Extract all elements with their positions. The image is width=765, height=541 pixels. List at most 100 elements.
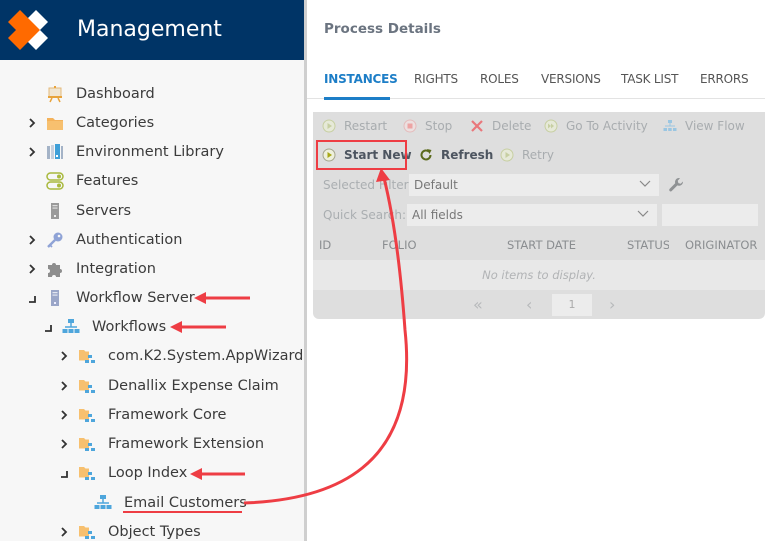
retry-button[interactable]: Retry	[500, 148, 554, 162]
play-circle-icon	[500, 148, 514, 162]
tree-item-features[interactable]: Features	[26, 166, 138, 195]
collapse-icon[interactable]	[58, 466, 70, 480]
tree-item-categories[interactable]: Categories	[26, 108, 154, 137]
tree-item-object-types[interactable]: Object Types	[58, 517, 201, 541]
features-toggle-icon	[46, 171, 64, 190]
puzzle-icon	[48, 262, 62, 277]
column-header-id[interactable]: ID	[319, 238, 331, 252]
tree-item-workflow-server[interactable]: Workflow Server	[26, 283, 195, 312]
prev-page-button[interactable]: ‹	[526, 295, 532, 314]
chevron-right-icon[interactable]	[58, 437, 70, 451]
folder-icon	[47, 117, 63, 130]
chevron-right-icon[interactable]	[58, 408, 70, 422]
selected-filter-label: Selected Filter:	[323, 178, 413, 192]
tree-item-label: Categories	[76, 114, 155, 131]
category-workflow-icon	[79, 408, 95, 422]
tree-item-label: Authentication	[76, 231, 183, 248]
tab-errors[interactable]: ERRORS	[700, 72, 749, 86]
tree-item-label: Framework Extension	[108, 435, 265, 452]
first-page-button[interactable]: «	[473, 295, 483, 314]
selected-filter-dropdown[interactable]: Default	[409, 174, 659, 196]
go-to-activity-button[interactable]: Go To Activity	[544, 119, 648, 133]
tree-item-authentication[interactable]: Authentication	[26, 225, 182, 254]
tab-task-list[interactable]: TASK LIST	[621, 72, 678, 86]
delete-button[interactable]: Delete	[470, 119, 531, 133]
column-header-start-date[interactable]: START DATE	[507, 238, 576, 252]
tree-item-dashboard[interactable]: Dashboard	[26, 79, 155, 108]
page-title: Process Details	[324, 21, 441, 37]
tree-item-label: Dashboard	[76, 85, 155, 102]
column-header-status[interactable]: STATUS	[627, 238, 669, 252]
tree-item-label: Denallix Expense Claim	[108, 377, 279, 394]
tree-item-integration[interactable]: Integration	[26, 254, 156, 283]
chevron-down-icon	[637, 210, 649, 217]
tree-item-label: Environment Library	[76, 143, 224, 160]
tree-item-label: Features	[76, 172, 139, 189]
tree-item-framework-core[interactable]: Framework Core	[58, 400, 226, 429]
chevron-down-icon	[639, 180, 651, 187]
page-number-input[interactable]: 1	[552, 294, 592, 316]
tab-bar: INSTANCES RIGHTS ROLES VERSIONS TASK LIS…	[307, 66, 765, 100]
next-page-button[interactable]: ›	[609, 295, 615, 314]
chevron-right-icon[interactable]	[26, 262, 38, 276]
flow-chart-icon	[663, 120, 677, 131]
tree-item-label: Framework Core	[108, 406, 227, 423]
dashboard-easel-icon	[48, 85, 62, 102]
column-header-originator[interactable]: ORIGINATOR	[685, 238, 757, 252]
delete-x-icon	[471, 120, 483, 132]
collapse-icon[interactable]	[42, 320, 54, 334]
server-icon	[51, 202, 59, 219]
chevron-right-icon[interactable]	[26, 116, 38, 130]
quick-search-label: Quick Search:	[323, 208, 407, 222]
tree-item-label: Object Types	[108, 523, 201, 540]
instances-panel: Restart Stop Delete Go To Activity View …	[313, 112, 765, 319]
workflow-server-icon	[51, 289, 59, 306]
tree-item-label: Loop Index	[108, 464, 188, 481]
workflow-icon	[94, 494, 112, 509]
fast-forward-circle-icon	[544, 119, 558, 133]
quick-search-input[interactable]	[662, 204, 758, 226]
key-icon	[47, 232, 63, 248]
k2-logo-icon	[8, 10, 48, 50]
tree-item-workflows[interactable]: Workflows	[42, 312, 166, 341]
tree-item-servers[interactable]: Servers	[26, 196, 131, 225]
stop-button[interactable]: Stop	[403, 119, 452, 133]
tree-item-denallix-expense-claim[interactable]: Denallix Expense Claim	[58, 371, 279, 400]
wrench-icon[interactable]	[667, 176, 685, 194]
tab-instances[interactable]: INSTANCES	[324, 72, 398, 86]
brand-header: Management	[0, 0, 304, 60]
category-workflow-icon	[79, 525, 95, 539]
tab-versions[interactable]: VERSIONS	[541, 72, 601, 86]
tab-rights[interactable]: RIGHTS	[414, 72, 458, 86]
chevron-right-icon[interactable]	[58, 349, 70, 363]
view-flow-button[interactable]: View Flow	[663, 119, 745, 133]
quick-search-field-dropdown[interactable]: All fields	[407, 204, 657, 226]
tree-item-label: Workflow Server	[76, 289, 195, 306]
stop-circle-icon	[403, 119, 417, 133]
category-workflow-icon	[79, 466, 95, 480]
tree-item-email-customers[interactable]: Email Customers	[74, 488, 247, 517]
workflow-icon	[62, 318, 80, 333]
chevron-right-icon[interactable]	[58, 379, 70, 393]
tree-item-framework-extension[interactable]: Framework Extension	[58, 429, 264, 458]
collapse-icon[interactable]	[26, 291, 38, 305]
chevron-right-icon[interactable]	[26, 145, 38, 159]
tree-item-appwizard[interactable]: com.K2.System.AppWizard	[58, 341, 303, 370]
restart-button[interactable]: Restart	[322, 119, 387, 133]
library-icon	[47, 143, 63, 159]
process-details-panel: Process Details INSTANCES RIGHTS ROLES V…	[307, 0, 765, 541]
tab-roles[interactable]: ROLES	[480, 72, 519, 86]
refresh-button[interactable]: Refresh	[419, 148, 493, 162]
app-title: Management	[77, 17, 222, 42]
category-workflow-icon	[79, 379, 95, 393]
tree-item-loop-index[interactable]: Loop Index	[58, 458, 187, 487]
chevron-right-icon[interactable]	[58, 525, 70, 539]
tree-item-environment-library[interactable]: Environment Library	[26, 137, 224, 166]
chevron-right-icon[interactable]	[26, 233, 38, 247]
column-header-folio[interactable]: FOLIO	[382, 238, 417, 252]
grid-header: ID FOLIO START DATE STATUS ORIGINATOR	[313, 230, 765, 260]
sidebar: Management Dashboard Categories Environm…	[0, 0, 304, 541]
tree-item-label: com.K2.System.AppWizard	[108, 347, 304, 364]
grid-body: No items to display.	[313, 260, 765, 290]
tree-item-label: Servers	[76, 202, 132, 219]
